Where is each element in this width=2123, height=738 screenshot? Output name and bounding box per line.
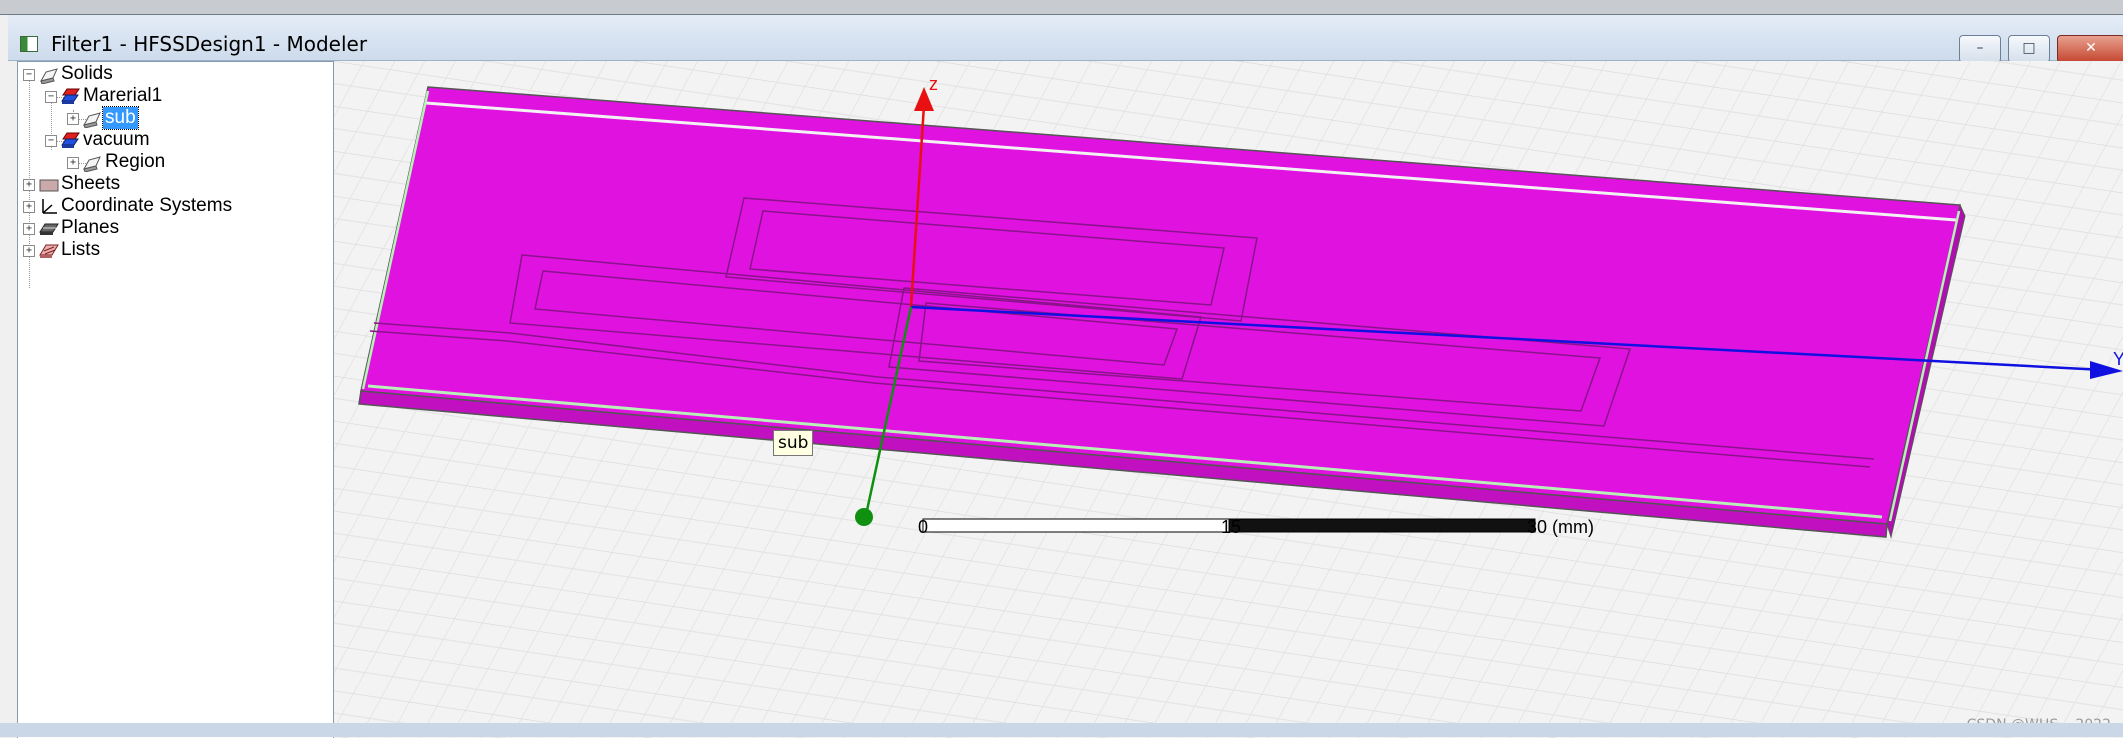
expand-toggle[interactable]: + [23, 179, 35, 191]
tree-item-label: Region [105, 151, 166, 172]
scale-label-mid: 15 [1221, 517, 1242, 537]
plane-icon [39, 223, 59, 235]
object-tooltip: sub [773, 430, 814, 456]
solid-object-icon [83, 112, 101, 128]
expand-toggle[interactable]: + [67, 157, 79, 169]
tree-item-label: Marerial1 [83, 85, 163, 106]
minimize-button[interactable]: – [1959, 35, 2001, 63]
scale-bar-white [922, 518, 1230, 533]
scale-bar-black [1228, 518, 1536, 533]
collapse-toggle[interactable]: − [23, 69, 35, 81]
scale-label-end: 30 (mm) [1527, 517, 1594, 537]
tree-item-label: Planes [61, 217, 120, 238]
tree-item-label: Coordinate Systems [61, 195, 233, 216]
tree-item-lists[interactable]: + Lists [18, 238, 333, 264]
material-stack-icon [61, 88, 80, 104]
solid-block-icon [40, 68, 58, 84]
expand-toggle[interactable]: + [23, 201, 35, 213]
x-axis-arrow [855, 508, 873, 526]
status-strip [0, 723, 2123, 737]
expand-toggle[interactable]: + [23, 223, 35, 235]
list-icon [39, 244, 59, 258]
solid-object-icon [83, 156, 101, 172]
window-title: Filter1 - HFSSDesign1 - Modeler [51, 32, 368, 56]
title-bar[interactable]: Filter1 - HFSSDesign1 - Modeler – □ ✕ [8, 15, 2123, 63]
z-axis-label: z [929, 74, 938, 94]
collapse-toggle[interactable]: − [45, 91, 57, 103]
tree-item-label: Solids [61, 63, 113, 84]
tree-item-label: Sheets [61, 173, 121, 194]
tree-item-label: vacuum [83, 129, 150, 150]
y-axis-label: Y [2113, 349, 2123, 369]
material-stack-icon [61, 132, 80, 148]
tree-item-label: Lists [61, 239, 101, 260]
close-button[interactable]: ✕ [2057, 35, 2123, 63]
modeler-app-icon [20, 36, 38, 52]
modeler-window: Filter1 - HFSSDesign1 - Modeler – □ ✕ − … [0, 14, 2123, 738]
maximize-button[interactable]: □ [2008, 35, 2050, 63]
collapse-toggle[interactable]: − [45, 135, 57, 147]
tree-item-label: sub [102, 106, 139, 130]
3d-viewport[interactable]: z Y sub 0 15 30 (mm) CSDN @WHS-_-2022 [334, 61, 2123, 738]
model-view[interactable]: z Y [334, 61, 2123, 738]
axes-icon [42, 199, 57, 214]
expand-toggle[interactable]: + [23, 245, 35, 257]
model-tree[interactable]: − Solids − Marerial1 + sub − vacuum + Re… [17, 61, 334, 738]
scale-label-start: 0 [918, 517, 929, 537]
sheet-icon [39, 179, 59, 192]
expand-toggle[interactable]: + [67, 113, 79, 125]
